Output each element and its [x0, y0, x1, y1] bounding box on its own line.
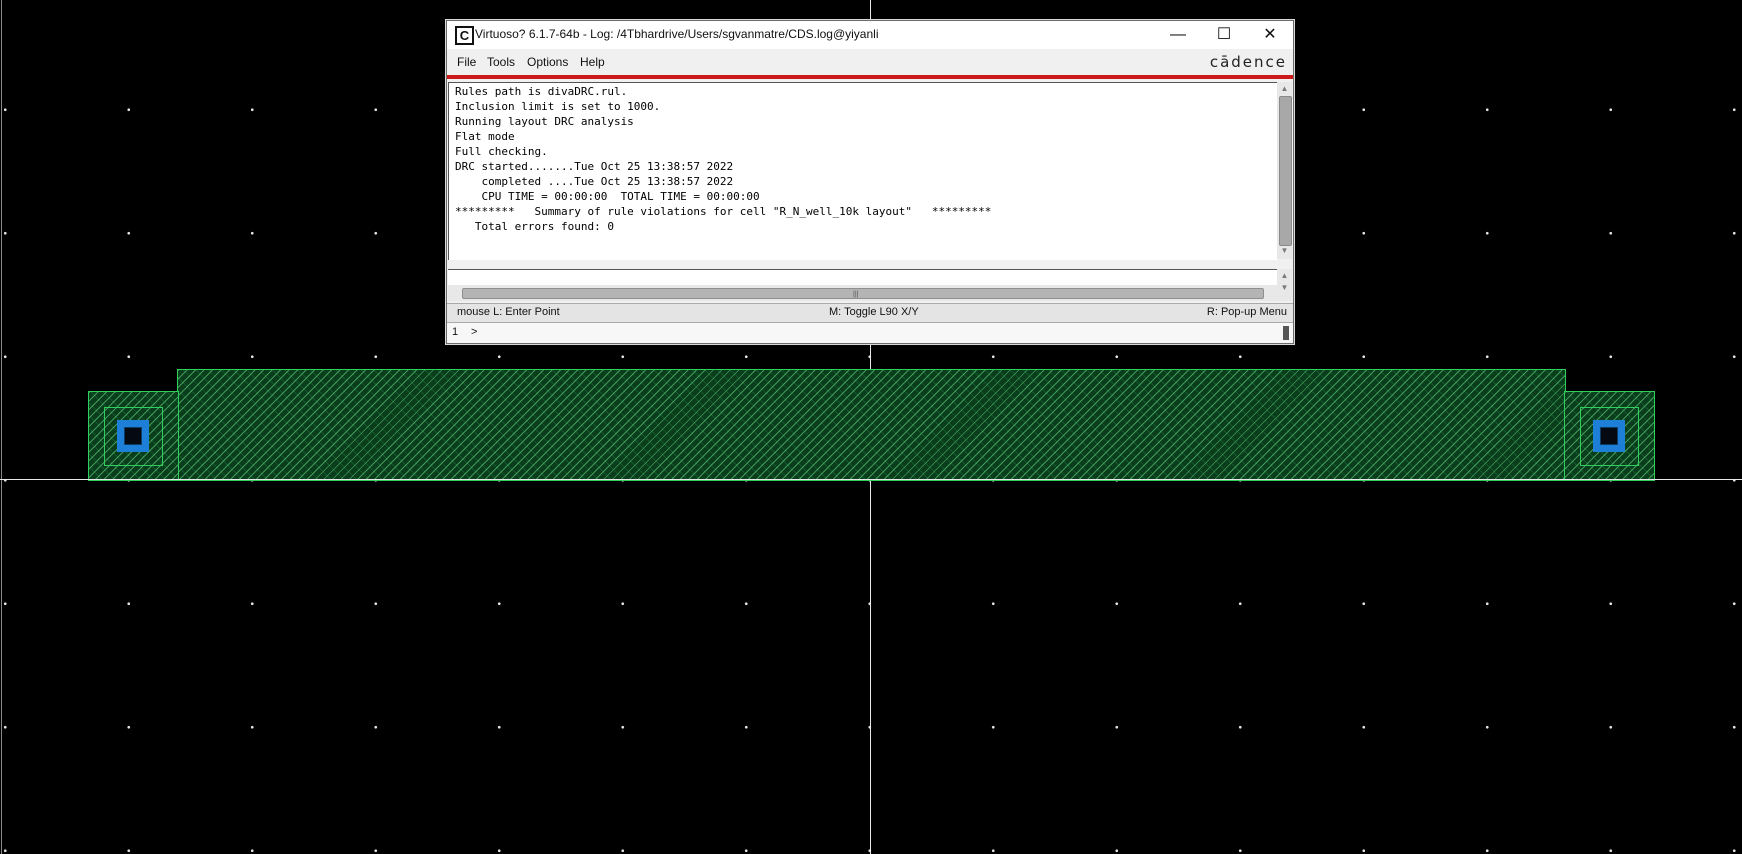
log-line: Total errors found: 0	[455, 220, 614, 233]
menu-bar: File Tools Options Help cādence	[447, 50, 1293, 74]
canvas-x-axis	[0, 479, 1742, 480]
command-resize-handle[interactable]	[1283, 326, 1289, 340]
grip-icon: |||	[853, 291, 859, 298]
command-line-number: 1	[452, 326, 459, 338]
log-line: DRC started.......Tue Oct 25 13:38:57 20…	[455, 160, 734, 173]
status-left-mouse: mouse L: Enter Point	[457, 306, 560, 318]
mouse-status-bar: mouse L: Enter Point M: Toggle L90 X/Y R…	[447, 303, 1293, 322]
scroll-down-arrow-icon[interactable]: ▼	[1279, 246, 1290, 256]
log-scroll-thumb[interactable]	[1279, 96, 1292, 246]
right-contact-cut	[1600, 427, 1618, 445]
scroll-up-arrow-icon[interactable]: ▲	[1279, 84, 1290, 94]
maximize-button[interactable]: ☐	[1201, 21, 1247, 49]
log-line: completed ....Tue Oct 25 13:38:57 2022	[455, 175, 734, 188]
close-button[interactable]: ✕	[1247, 21, 1293, 49]
canvas-left-border	[1, 0, 2, 854]
log-line: CPU TIME = 00:00:00 TOTAL TIME = 00:00:0…	[455, 190, 760, 203]
minimize-button[interactable]: —	[1155, 21, 1201, 49]
title-bar[interactable]: C Virtuoso? 6.1.7-64b - Log: /4Tbhardriv…	[447, 21, 1293, 49]
menu-help[interactable]: Help	[580, 55, 605, 69]
log-vertical-scrollbar[interactable]: ▲ ▼	[1277, 82, 1292, 259]
log-line: Inclusion limit is set to 1000.	[455, 100, 661, 113]
menu-tools[interactable]: Tools	[487, 55, 515, 69]
log-line: Full checking.	[455, 145, 548, 158]
horizontal-scroll-thumb[interactable]: |||	[462, 288, 1264, 299]
log-output[interactable]: Rules path is divaDRC.rul. Inclusion lim…	[448, 82, 1278, 260]
horizontal-scrollbar[interactable]: |||	[448, 285, 1277, 301]
cadence-logo: cādence	[1209, 53, 1287, 71]
menu-file[interactable]: File	[457, 55, 476, 69]
input-vertical-scrollbar[interactable]: ▲ ▼	[1277, 269, 1292, 301]
command-prompt: >	[471, 326, 478, 338]
left-contact-cut	[124, 427, 142, 445]
status-middle-mouse: M: Toggle L90 X/Y	[829, 306, 919, 318]
menu-options[interactable]: Options	[527, 55, 568, 69]
brand-accent-line	[447, 75, 1293, 79]
log-line: Running layout DRC analysis	[455, 115, 634, 128]
status-right-mouse: R: Pop-up Menu	[1206, 306, 1287, 318]
scroll-up-arrow-icon[interactable]: ▲	[1279, 271, 1290, 281]
window-title: Virtuoso? 6.1.7-64b - Log: /4Tbhardrive/…	[475, 27, 879, 41]
cadence-c-icon[interactable]: C	[455, 26, 474, 45]
scroll-down-arrow-icon[interactable]: ▼	[1279, 283, 1290, 293]
log-line: ********* Summary of rule violations for…	[455, 205, 992, 218]
log-line: Rules path is divaDRC.rul.	[455, 85, 628, 98]
command-line[interactable]: 1 >	[447, 322, 1293, 343]
log-line: Flat mode	[455, 130, 515, 143]
virtuoso-log-window[interactable]: C Virtuoso? 6.1.7-64b - Log: /4Tbhardriv…	[446, 20, 1294, 344]
nwell-resistor-body[interactable]	[177, 369, 1566, 481]
